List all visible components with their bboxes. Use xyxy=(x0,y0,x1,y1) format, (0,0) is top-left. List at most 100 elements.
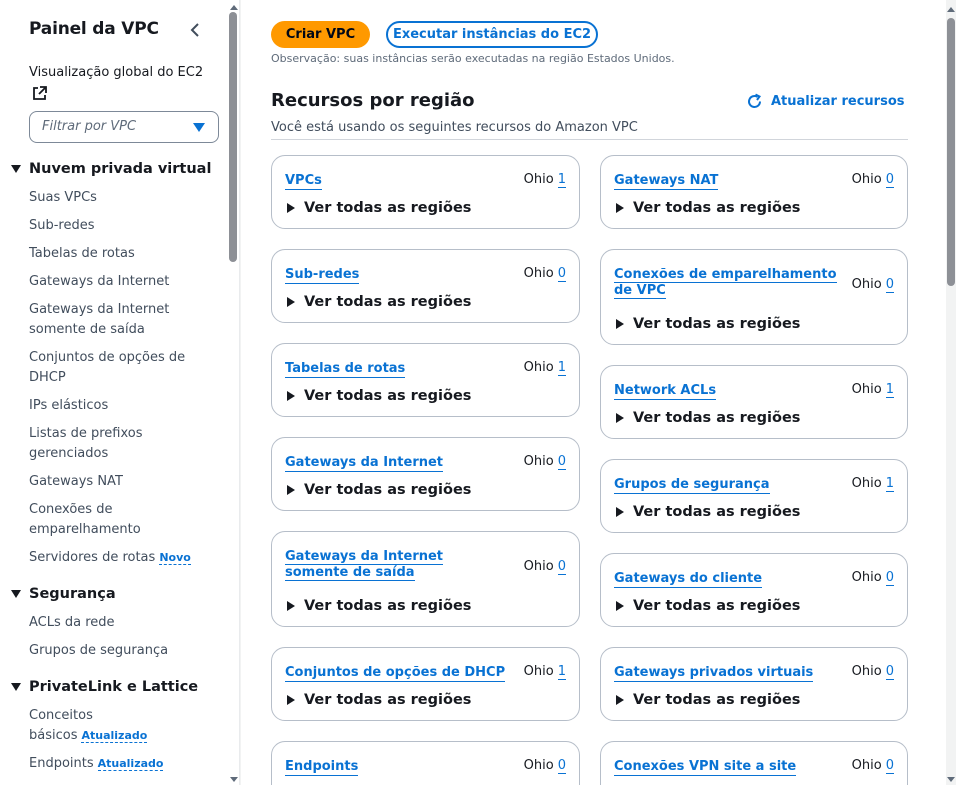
resource-card-network-acls: Network ACLs Ohio 1 Ver todas as regiões xyxy=(600,365,908,439)
count-link[interactable]: 0 xyxy=(885,664,894,680)
chevron-left-icon xyxy=(190,23,199,37)
refresh-label: Atualizar recursos xyxy=(771,94,905,109)
region-count: Ohio 1 xyxy=(523,664,566,680)
resource-link[interactable]: VPCs xyxy=(285,173,322,190)
sidebar-item-network-acls[interactable]: ACLs da rede xyxy=(29,613,209,633)
launch-ec2-instances-button[interactable]: Executar instâncias do EC2 xyxy=(386,21,598,48)
sidebar-scroll-down-icon[interactable] xyxy=(229,776,239,784)
main-scrollbar[interactable] xyxy=(947,18,955,286)
count-link[interactable]: 0 xyxy=(885,172,894,188)
resource-link[interactable]: Endpoints xyxy=(285,759,359,776)
sidebar-item-route-tables[interactable]: Tabelas de rotas xyxy=(29,244,209,264)
caret-right-icon xyxy=(287,601,295,611)
region-count: Ohio 0 xyxy=(523,758,566,774)
count-link[interactable]: 1 xyxy=(885,382,894,398)
scroll-down-arrow-icon[interactable] xyxy=(946,776,956,784)
sidebar-scrollbar[interactable] xyxy=(229,12,237,262)
expand-all-regions[interactable]: Ver todas as regiões xyxy=(287,200,471,216)
resource-card-egress-only-gateways: Gateways da Internet somente de saída Oh… xyxy=(271,531,580,627)
resource-link[interactable]: Gateways do cliente xyxy=(614,571,763,588)
sidebar-title: Painel da VPC xyxy=(29,19,159,39)
sidebar-item-peering-connections[interactable]: Conexões de emparelhamento xyxy=(29,500,159,540)
resource-link[interactable]: Gateways da Internet xyxy=(285,455,444,472)
expand-all-regions[interactable]: Ver todas as regiões xyxy=(287,388,471,404)
sidebar: Painel da VPC Visualização global do EC2… xyxy=(0,0,240,785)
region-count: Ohio 0 xyxy=(523,266,566,282)
caret-right-icon xyxy=(287,695,295,705)
resource-link[interactable]: Gateways privados virtuais xyxy=(614,665,814,682)
expand-all-regions[interactable]: Ver todas as regiões xyxy=(287,692,471,708)
resource-link[interactable]: Conexões VPN site a site xyxy=(614,759,797,776)
expand-all-regions[interactable]: Ver todas as regiões xyxy=(616,410,800,426)
resource-link[interactable]: Conexões de emparelhamento de VPC xyxy=(614,267,839,299)
caret-right-icon xyxy=(287,485,295,495)
expand-all-regions[interactable]: Ver todas as regiões xyxy=(616,504,800,520)
expand-all-regions[interactable]: Ver todas as regiões xyxy=(616,598,800,614)
count-link[interactable]: 0 xyxy=(557,758,566,774)
resource-link[interactable]: Gateways NAT xyxy=(614,173,719,190)
resource-link[interactable]: Tabelas de rotas xyxy=(285,361,406,378)
create-vpc-button[interactable]: Criar VPC xyxy=(271,21,370,48)
region-count: Ohio 0 xyxy=(851,664,894,680)
region-count: Ohio 1 xyxy=(523,172,566,188)
sidebar-item-route-servers[interactable]: Servidores de rotas Novo xyxy=(29,548,209,568)
count-link[interactable]: 1 xyxy=(557,664,566,680)
resource-link[interactable]: Gateways da Internet somente de saída xyxy=(285,549,510,581)
region-count: Ohio 0 xyxy=(523,559,566,575)
refresh-resources-button[interactable]: Atualizar recursos xyxy=(746,93,905,110)
region-count: Ohio 0 xyxy=(851,758,894,774)
expand-all-regions[interactable]: Ver todas as regiões xyxy=(287,294,471,310)
sidebar-item-getting-started[interactable]: Conceitos básicos Atualizado xyxy=(29,706,154,746)
caret-down-icon xyxy=(11,165,21,173)
section-security[interactable]: Segurança xyxy=(11,586,116,602)
updated-badge: Atualizado xyxy=(81,729,148,743)
sidebar-item-label: Servidores de rotas xyxy=(29,550,156,565)
resource-card-dhcp-options: Conjuntos de opções de DHCP Ohio 1 Ver to… xyxy=(271,647,580,721)
count-link[interactable]: 0 xyxy=(885,758,894,774)
vpc-filter-select[interactable]: Filtrar por VPC xyxy=(29,111,219,143)
count-link[interactable]: 0 xyxy=(557,559,566,575)
section-virtual-private-cloud[interactable]: Nuvem privada virtual xyxy=(11,161,211,177)
count-link[interactable]: 1 xyxy=(557,360,566,376)
scroll-up-arrow-icon[interactable] xyxy=(946,5,956,13)
count-link[interactable]: 0 xyxy=(885,277,894,293)
resource-link[interactable]: Network ACLs xyxy=(614,383,717,400)
resource-link[interactable]: Conjuntos de opções de DHCP xyxy=(285,665,506,682)
sidebar-item-egress-only-gateways[interactable]: Gateways da Internet somente de saída xyxy=(29,300,184,340)
resources-by-region-title: Recursos por região xyxy=(271,90,475,111)
section-privatelink-lattice[interactable]: PrivateLink e Lattice xyxy=(11,679,198,695)
expand-all-regions[interactable]: Ver todas as regiões xyxy=(616,316,800,332)
expand-all-regions[interactable]: Ver todas as regiões xyxy=(287,598,471,614)
expand-all-regions[interactable]: Ver todas as regiões xyxy=(616,692,800,708)
sidebar-item-label: Endpoints xyxy=(29,756,94,771)
count-link[interactable]: 0 xyxy=(885,570,894,586)
caret-right-icon xyxy=(287,391,295,401)
sidebar-item-elastic-ips[interactable]: IPs elásticos xyxy=(29,396,209,416)
count-link[interactable]: 1 xyxy=(885,476,894,492)
new-badge: Novo xyxy=(159,551,191,565)
region-count: Ohio 0 xyxy=(851,172,894,188)
section-label: Nuvem privada virtual xyxy=(29,161,212,177)
sidebar-item-subnets[interactable]: Sub-redes xyxy=(29,216,209,236)
resource-card-vpcs: VPCs Ohio 1 Ver todas as regiões xyxy=(271,155,580,229)
count-link[interactable]: 0 xyxy=(557,454,566,470)
sidebar-item-dhcp-options[interactable]: Conjuntos de opções de DHCP xyxy=(29,348,189,388)
sidebar-scroll-up-icon[interactable] xyxy=(229,3,239,11)
caret-right-icon xyxy=(616,601,624,611)
sidebar-item-nat-gateways[interactable]: Gateways NAT xyxy=(29,472,209,492)
ec2-global-view-link[interactable]: Visualização global do EC2 xyxy=(29,64,203,82)
sidebar-item-your-vpcs[interactable]: Suas VPCs xyxy=(29,188,209,208)
expand-all-regions[interactable]: Ver todas as regiões xyxy=(287,482,471,498)
collapse-sidebar-button[interactable] xyxy=(188,20,204,40)
sidebar-item-internet-gateways[interactable]: Gateways da Internet xyxy=(29,272,209,292)
sidebar-item-managed-prefix-lists[interactable]: Listas de prefixos gerenciados xyxy=(29,424,159,464)
sidebar-item-endpoints[interactable]: Endpoints Atualizado xyxy=(29,754,209,774)
count-link[interactable]: 1 xyxy=(557,172,566,188)
expand-all-regions[interactable]: Ver todas as regiões xyxy=(616,200,800,216)
resource-link[interactable]: Sub-redes xyxy=(285,267,360,284)
resource-card-peering-connections: Conexões de emparelhamento de VPC Ohio 0 … xyxy=(600,249,908,345)
resources-subtitle: Você está usando os seguintes recursos d… xyxy=(271,120,638,135)
count-link[interactable]: 0 xyxy=(557,266,566,282)
resource-link[interactable]: Grupos de segurança xyxy=(614,477,770,494)
sidebar-item-security-groups[interactable]: Grupos de segurança xyxy=(29,641,209,661)
